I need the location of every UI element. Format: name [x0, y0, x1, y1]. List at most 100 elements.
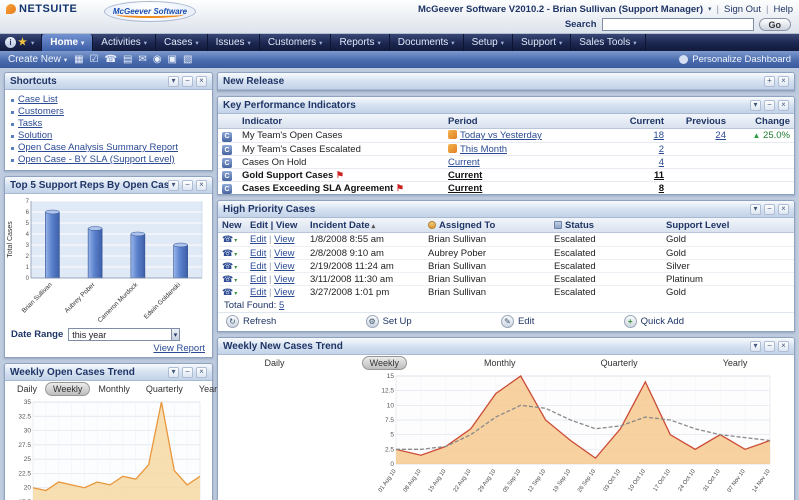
refresh-button[interactable]: ↻Refresh	[226, 315, 276, 328]
tab-customers[interactable]: Customers▾	[260, 34, 332, 51]
edit-link[interactable]: Edit	[250, 261, 266, 272]
panel-close-icon[interactable]: ×	[196, 367, 207, 378]
weekly-open-cases-tab-weekly[interactable]: Weekly	[45, 382, 90, 396]
date-range-select[interactable]: this year ▾	[68, 328, 180, 341]
weekly-new-cases-tab-quarterly[interactable]: Quarterly	[593, 356, 646, 370]
shortcut-link[interactable]: Customers	[18, 106, 64, 118]
kpi-previous-link[interactable]: 24	[715, 130, 726, 141]
set-up-button[interactable]: ⚙Set Up	[366, 315, 412, 328]
shortcut-item-customers[interactable]: Customers	[11, 106, 206, 118]
edit-link[interactable]: Edit	[250, 287, 266, 298]
kpi-period-link[interactable]: Current	[448, 183, 482, 194]
view-link[interactable]: View	[274, 287, 294, 298]
search-input[interactable]	[602, 18, 754, 31]
panel-expand-icon[interactable]: +	[764, 76, 775, 87]
panel-close-icon[interactable]: ×	[778, 76, 789, 87]
panel-minimize-icon[interactable]: −	[182, 367, 193, 378]
favorites-caret-icon[interactable]: ▾	[29, 39, 36, 47]
personalize-dashboard-button[interactable]: Personalize Dashboard	[679, 54, 791, 65]
contact-icon[interactable]: ◉	[153, 55, 162, 65]
shortcut-item-open-case-analysis-summary-report[interactable]: Open Case Analysis Summary Report	[11, 142, 206, 154]
favorites-star-icon[interactable]: ★	[18, 37, 27, 48]
grab-phone-icon[interactable]: ☎	[222, 248, 233, 258]
email-icon[interactable]: ✉	[138, 55, 146, 65]
view-link[interactable]: View	[274, 261, 294, 272]
create-new-menu[interactable]: Create New ▾	[8, 54, 67, 65]
weekly-open-cases-tab-monthly[interactable]: Monthly	[90, 382, 138, 396]
panel-menu-icon[interactable]: ▾	[750, 204, 761, 215]
kpi-period-link[interactable]: Current	[448, 170, 482, 181]
go-button[interactable]: Go	[759, 18, 792, 31]
edit-link[interactable]: Edit	[250, 248, 266, 259]
kpi-current-link[interactable]: 11	[654, 170, 664, 181]
panel-close-icon[interactable]: ×	[196, 76, 207, 87]
shortcut-link[interactable]: Open Case Analysis Summary Report	[18, 142, 178, 154]
weekly-open-cases-tab-daily[interactable]: Daily	[9, 382, 45, 396]
panel-minimize-icon[interactable]: −	[182, 76, 193, 87]
panel-menu-icon[interactable]: ▾	[168, 367, 179, 378]
tab-issues[interactable]: Issues▾	[208, 34, 260, 51]
tab-documents[interactable]: Documents▾	[390, 34, 464, 51]
tab-setup[interactable]: Setup▾	[464, 34, 513, 51]
kpi-period-link[interactable]: Current	[448, 157, 480, 168]
info-icon[interactable]: i	[5, 37, 16, 48]
panel-minimize-icon[interactable]: −	[764, 100, 775, 111]
panel-menu-icon[interactable]: ▾	[750, 341, 761, 352]
weekly-open-cases-tab-quarterly[interactable]: Quarterly	[138, 382, 191, 396]
shortcut-link[interactable]: Case List	[18, 94, 58, 106]
sign-out-link[interactable]: Sign Out	[724, 4, 761, 15]
view-link[interactable]: View	[274, 234, 294, 245]
panel-close-icon[interactable]: ×	[778, 100, 789, 111]
grab-phone-icon[interactable]: ☎	[222, 234, 233, 244]
shortcut-link[interactable]: Solution	[18, 130, 52, 142]
quick-add-button[interactable]: +Quick Add	[624, 315, 684, 328]
phone-icon[interactable]: ☎	[105, 55, 117, 65]
edit-link[interactable]: Edit	[250, 274, 266, 285]
panel-close-icon[interactable]: ×	[778, 204, 789, 215]
total-found-value[interactable]: 5	[279, 300, 284, 311]
weekly-new-cases-tab-yearly[interactable]: Yearly	[715, 356, 756, 370]
edit-link[interactable]: Edit	[250, 234, 266, 245]
role-dropdown-caret[interactable]: ▾	[708, 5, 712, 13]
panel-close-icon[interactable]: ×	[778, 341, 789, 352]
tab-cases[interactable]: Cases▾	[156, 34, 208, 51]
view-link[interactable]: View	[274, 274, 294, 285]
shortcut-link[interactable]: Open Case - BY SLA (Support Level)	[18, 154, 175, 166]
tab-activities[interactable]: Activities▾	[93, 34, 156, 51]
view-link[interactable]: View	[274, 248, 294, 259]
document-icon[interactable]: ▧	[183, 55, 192, 65]
kpi-current-link[interactable]: 2	[659, 144, 664, 155]
edit-button[interactable]: ✎Edit	[501, 315, 534, 328]
kpi-current-link[interactable]: 8	[659, 183, 664, 194]
kpi-period-link[interactable]: Today vs Yesterday	[460, 130, 542, 141]
shortcut-link[interactable]: Tasks	[18, 118, 42, 130]
weekly-new-cases-tab-weekly[interactable]: Weekly	[362, 356, 407, 370]
panel-menu-icon[interactable]: ▾	[168, 180, 179, 191]
grab-phone-icon[interactable]: ☎	[222, 287, 233, 297]
shortcut-item-solution[interactable]: Solution	[11, 130, 206, 142]
panel-menu-icon[interactable]: ▾	[750, 100, 761, 111]
grab-phone-icon[interactable]: ☎	[222, 274, 233, 284]
task-icon[interactable]: ☑	[90, 55, 99, 65]
calendar-icon[interactable]: ▦	[74, 55, 83, 65]
weekly-new-cases-tab-monthly[interactable]: Monthly	[476, 356, 524, 370]
case-icon[interactable]: ▤	[123, 55, 132, 65]
shortcut-item-open-case-by-sla-support-level[interactable]: Open Case - BY SLA (Support Level)	[11, 154, 206, 166]
tab-sales-tools[interactable]: Sales Tools▾	[571, 34, 645, 51]
tab-reports[interactable]: Reports▾	[331, 34, 389, 51]
shortcut-item-tasks[interactable]: Tasks	[11, 118, 206, 130]
weekly-new-cases-tab-daily[interactable]: Daily	[257, 356, 293, 370]
tab-support[interactable]: Support▾	[513, 34, 571, 51]
grab-phone-icon[interactable]: ☎	[222, 261, 233, 271]
panel-minimize-icon[interactable]: −	[764, 341, 775, 352]
panel-menu-icon[interactable]: ▾	[168, 76, 179, 87]
customer-icon[interactable]: ▣	[168, 55, 177, 65]
help-link[interactable]: Help	[773, 4, 793, 15]
panel-minimize-icon[interactable]: −	[182, 180, 193, 191]
kpi-current-link[interactable]: 18	[653, 130, 664, 141]
panel-close-icon[interactable]: ×	[196, 180, 207, 191]
kpi-period-link[interactable]: This Month	[460, 144, 507, 155]
kpi-current-link[interactable]: 4	[659, 157, 664, 168]
view-report-link[interactable]: View Report	[5, 343, 212, 357]
shortcut-item-case-list[interactable]: Case List	[11, 94, 206, 106]
